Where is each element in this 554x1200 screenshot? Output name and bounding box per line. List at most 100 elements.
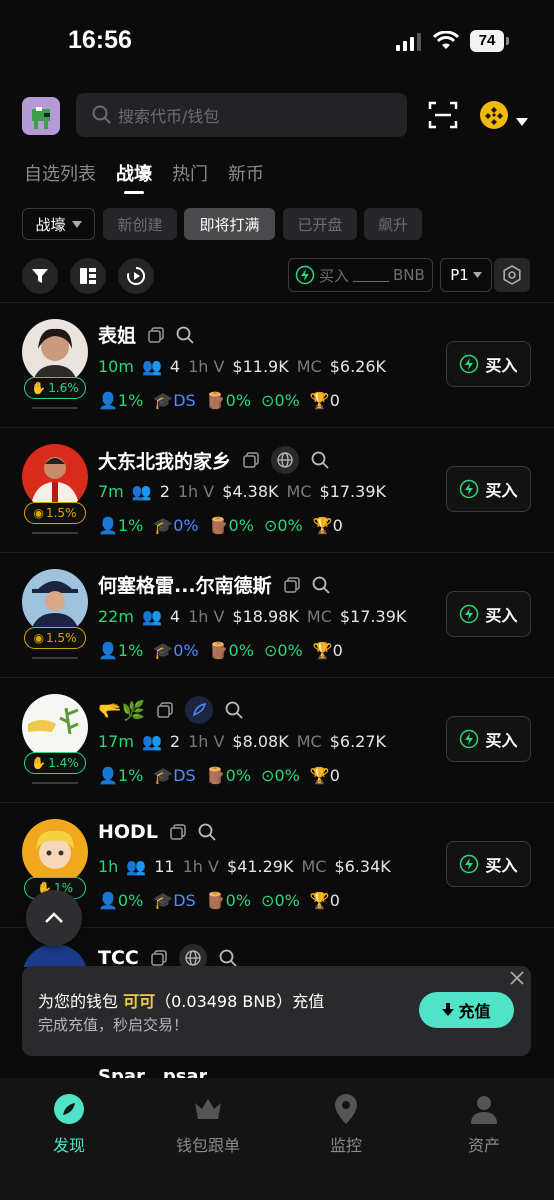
chip-almost-full[interactable]: 即将打满 [184, 208, 275, 240]
stat-snipers: 🪵0% [208, 641, 254, 660]
search-icon[interactable] [225, 701, 243, 719]
token-row[interactable]: ✋ 1.6% 表姐 10m 👥 4 1h V $11.9K MC $6.26K 👤1% … [0, 302, 554, 427]
location-pin-icon [335, 1094, 357, 1124]
compass-icon [54, 1094, 84, 1124]
stat-snipers: 🪵0% [205, 766, 252, 785]
globe-icon[interactable] [178, 944, 207, 967]
mc-label: MC [306, 607, 332, 626]
amount-unit: BNB [393, 266, 425, 284]
lightning-icon [460, 604, 479, 624]
chip-opened[interactable]: 已开盘 [283, 208, 357, 240]
token-image [22, 319, 88, 385]
token-row[interactable]: ◉ 1.5% 大东北我的家乡 7m 👥 2 1h V $4.38K MC $17.39K… [0, 427, 554, 552]
user-avatar[interactable] [22, 97, 60, 135]
token-name: Spar...psar [98, 1066, 208, 1078]
search-input[interactable]: 搜索代币/钱包 [76, 93, 407, 137]
main-tabs: 自选列表 战壕 热门 新币 [24, 160, 264, 194]
copy-icon[interactable] [148, 326, 164, 343]
token-image [22, 444, 88, 510]
tab-watchlist[interactable]: 自选列表 [24, 160, 96, 186]
stat-trophy: 🏆0 [309, 391, 340, 410]
progress-badge: ✋ 1.6% [24, 377, 86, 399]
token-row[interactable]: ✋ 1.4% 🫳🌿 17m 👥 2 1h V $8.08K MC $6.27K 👤1% … [0, 677, 554, 802]
buy-label: 买入 [485, 731, 518, 750]
nav-assets[interactable]: 资产 [434, 1092, 534, 1156]
scan-icon[interactable] [428, 100, 458, 134]
close-icon[interactable] [510, 971, 524, 985]
search-icon[interactable] [312, 576, 330, 594]
recharge-button[interactable]: 充值 [419, 992, 514, 1028]
holders-icon: 👥 [141, 357, 162, 376]
volume-label: 1h V [188, 357, 225, 376]
chevron-up-icon [45, 912, 63, 923]
recharge-label: 充值 [458, 1002, 491, 1021]
copy-icon[interactable] [283, 576, 300, 593]
buy-button[interactable]: 买入 [446, 841, 531, 887]
nav-monitor[interactable]: 监控 [296, 1092, 396, 1156]
tab-new[interactable]: 新币 [228, 160, 264, 186]
settings-button[interactable] [494, 258, 530, 292]
layout-button[interactable] [70, 258, 106, 294]
copy-icon[interactable] [243, 452, 259, 468]
search-icon[interactable] [311, 451, 329, 469]
buy-label: 买入 [485, 856, 518, 875]
token-row[interactable]: ✋ 1% HODL 1h 👥 11 1h V $41.29K MC $6.34K 👤0%… [0, 802, 554, 927]
search-icon[interactable] [219, 949, 237, 967]
nav-copy-trade[interactable]: 钱包跟单 [158, 1092, 258, 1156]
lightning-icon [460, 354, 479, 374]
buy-button[interactable]: 买入 [446, 591, 531, 637]
token-name: TCC [98, 947, 139, 967]
autoplay-button[interactable] [118, 258, 154, 294]
copy-icon[interactable] [157, 702, 174, 718]
layout-icon [80, 268, 96, 284]
chip-new-created[interactable]: 新创建 [103, 208, 177, 240]
nav-label: 监控 [329, 1136, 362, 1155]
buy-button[interactable]: 买入 [446, 341, 531, 387]
token-row[interactable]: TCC [0, 927, 554, 967]
holders-count: 4 [169, 607, 181, 626]
stat-target: ⊙0% [261, 891, 300, 910]
token-name: 🫳🌿 [98, 699, 146, 722]
signal-icon [396, 33, 422, 55]
stat-ds: 🎓DS [153, 391, 196, 410]
preset-label: P1 [450, 266, 469, 284]
volume-label: 1h V [177, 482, 215, 501]
token-image [22, 944, 88, 967]
battery-indicator: 74 [470, 30, 509, 52]
copy-icon[interactable] [151, 950, 167, 966]
buy-label: 买入 [485, 356, 518, 375]
stat-dev: 👤1% [98, 391, 144, 410]
quick-buy-amount[interactable]: 买入 BNB [288, 258, 433, 292]
scroll-top-button[interactable] [26, 890, 82, 946]
progress-bar [32, 532, 78, 534]
mc-value: $6.27K [329, 732, 386, 751]
trench-dropdown[interactable]: 战壕 [22, 208, 95, 240]
tab-hot[interactable]: 热门 [172, 160, 208, 186]
progress-bar [32, 407, 78, 409]
toast-message: 为您的钱包 可可（0.03498 BNB）充值 [38, 988, 324, 1012]
chip-surge[interactable]: 飙升 [364, 208, 422, 240]
bnb-chain-icon[interactable] [480, 101, 508, 133]
feather-icon[interactable] [185, 696, 214, 724]
search-icon[interactable] [176, 326, 194, 344]
chevron-down-icon [71, 220, 82, 228]
chain-dropdown-icon[interactable] [516, 111, 528, 130]
tab-trenches[interactable]: 战壕 [116, 160, 152, 194]
lightning-icon [295, 265, 315, 285]
token-name: 大东北我的家乡 [98, 450, 232, 473]
filter-button[interactable] [22, 258, 58, 294]
preset-select[interactable]: P1 [440, 258, 492, 292]
buy-button[interactable]: 买入 [446, 716, 531, 762]
bottom-nav: 发现 钱包跟单 监控 资产 [0, 1078, 554, 1200]
stat-trophy: 🏆0 [312, 641, 343, 660]
globe-icon[interactable] [271, 446, 300, 474]
copy-icon[interactable] [170, 824, 186, 840]
search-icon[interactable] [198, 823, 216, 841]
holders-count: 2 [169, 732, 181, 751]
nav-discover[interactable]: 发现 [19, 1092, 119, 1156]
token-row[interactable]: ◉ 1.5% 何塞格雷...尔南德斯 22m 👥 4 1h V $18.98K MC $… [0, 552, 554, 677]
buy-button[interactable]: 买入 [446, 466, 531, 512]
coin-icon: ◉ [33, 631, 44, 645]
volume-label: 1h V [188, 732, 225, 751]
token-name: 表姐 [98, 325, 137, 347]
